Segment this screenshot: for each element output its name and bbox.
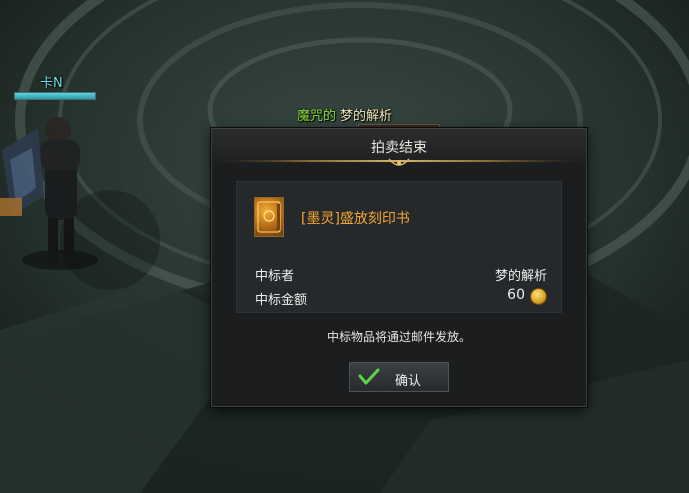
confirm-label: 确认 — [394, 374, 421, 389]
player-health-bar — [14, 92, 96, 100]
spellbook-icon[interactable] — [254, 197, 284, 237]
item-panel: [墨灵]盛放刻印书 中标者 梦的解析 中标金额 60 — [236, 181, 562, 313]
npc-nameplate[interactable]: 魔咒的 梦的解析 — [0, 105, 689, 124]
winner-value: 梦的解析 — [494, 269, 547, 284]
auction-end-dialog: 拍卖结束 [墨灵]盛放刻印书 中标者 梦的解析 中标金额 60 中标物品将通过邮… — [211, 128, 587, 407]
npc-guild: 魔咒的 — [296, 109, 336, 124]
gold-coin-icon — [530, 288, 547, 305]
mail-notice: 中标物品将通过邮件发放。 — [326, 330, 471, 344]
price-value: 60 — [507, 287, 525, 303]
item-name[interactable]: [墨灵]盛放刻印书 — [301, 208, 410, 228]
winner-label: 中标者 — [255, 269, 295, 284]
player-name: 卡N — [40, 76, 63, 91]
check-icon — [358, 368, 380, 385]
player-health-fill — [15, 93, 95, 99]
dialog-title: 拍卖结束 — [371, 140, 427, 156]
ornament-divider — [222, 158, 576, 166]
confirm-button[interactable]: 确认 — [349, 362, 449, 392]
npc-name: 梦的解析 — [340, 109, 393, 124]
price-label: 中标金额 — [255, 293, 308, 308]
